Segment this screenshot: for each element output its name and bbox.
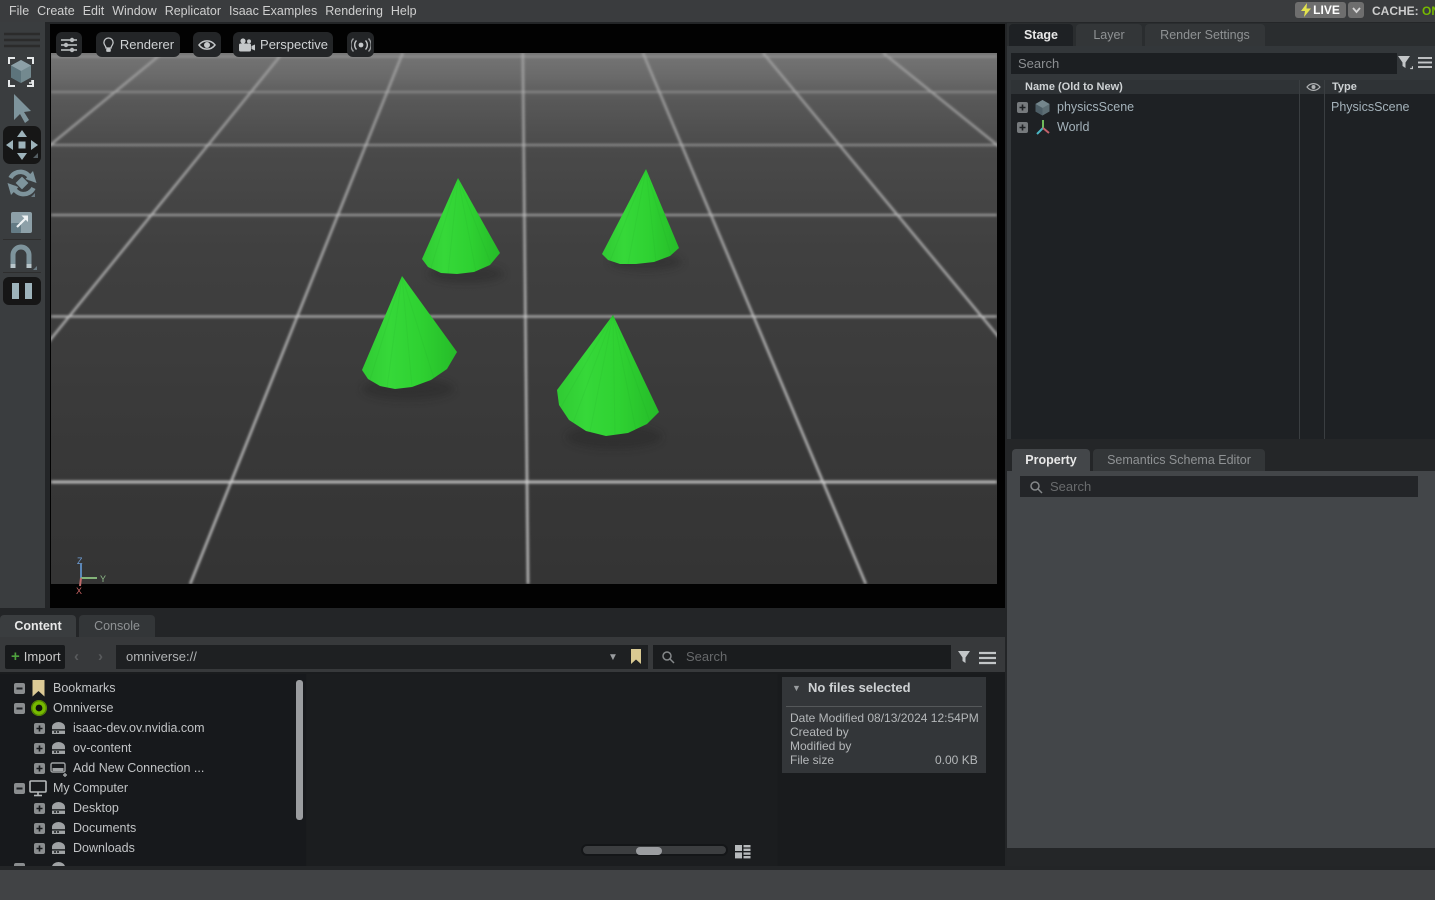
svg-text:X: X [76,586,82,596]
svg-text:Y: Y [100,574,106,584]
svg-text:Z: Z [77,556,83,566]
